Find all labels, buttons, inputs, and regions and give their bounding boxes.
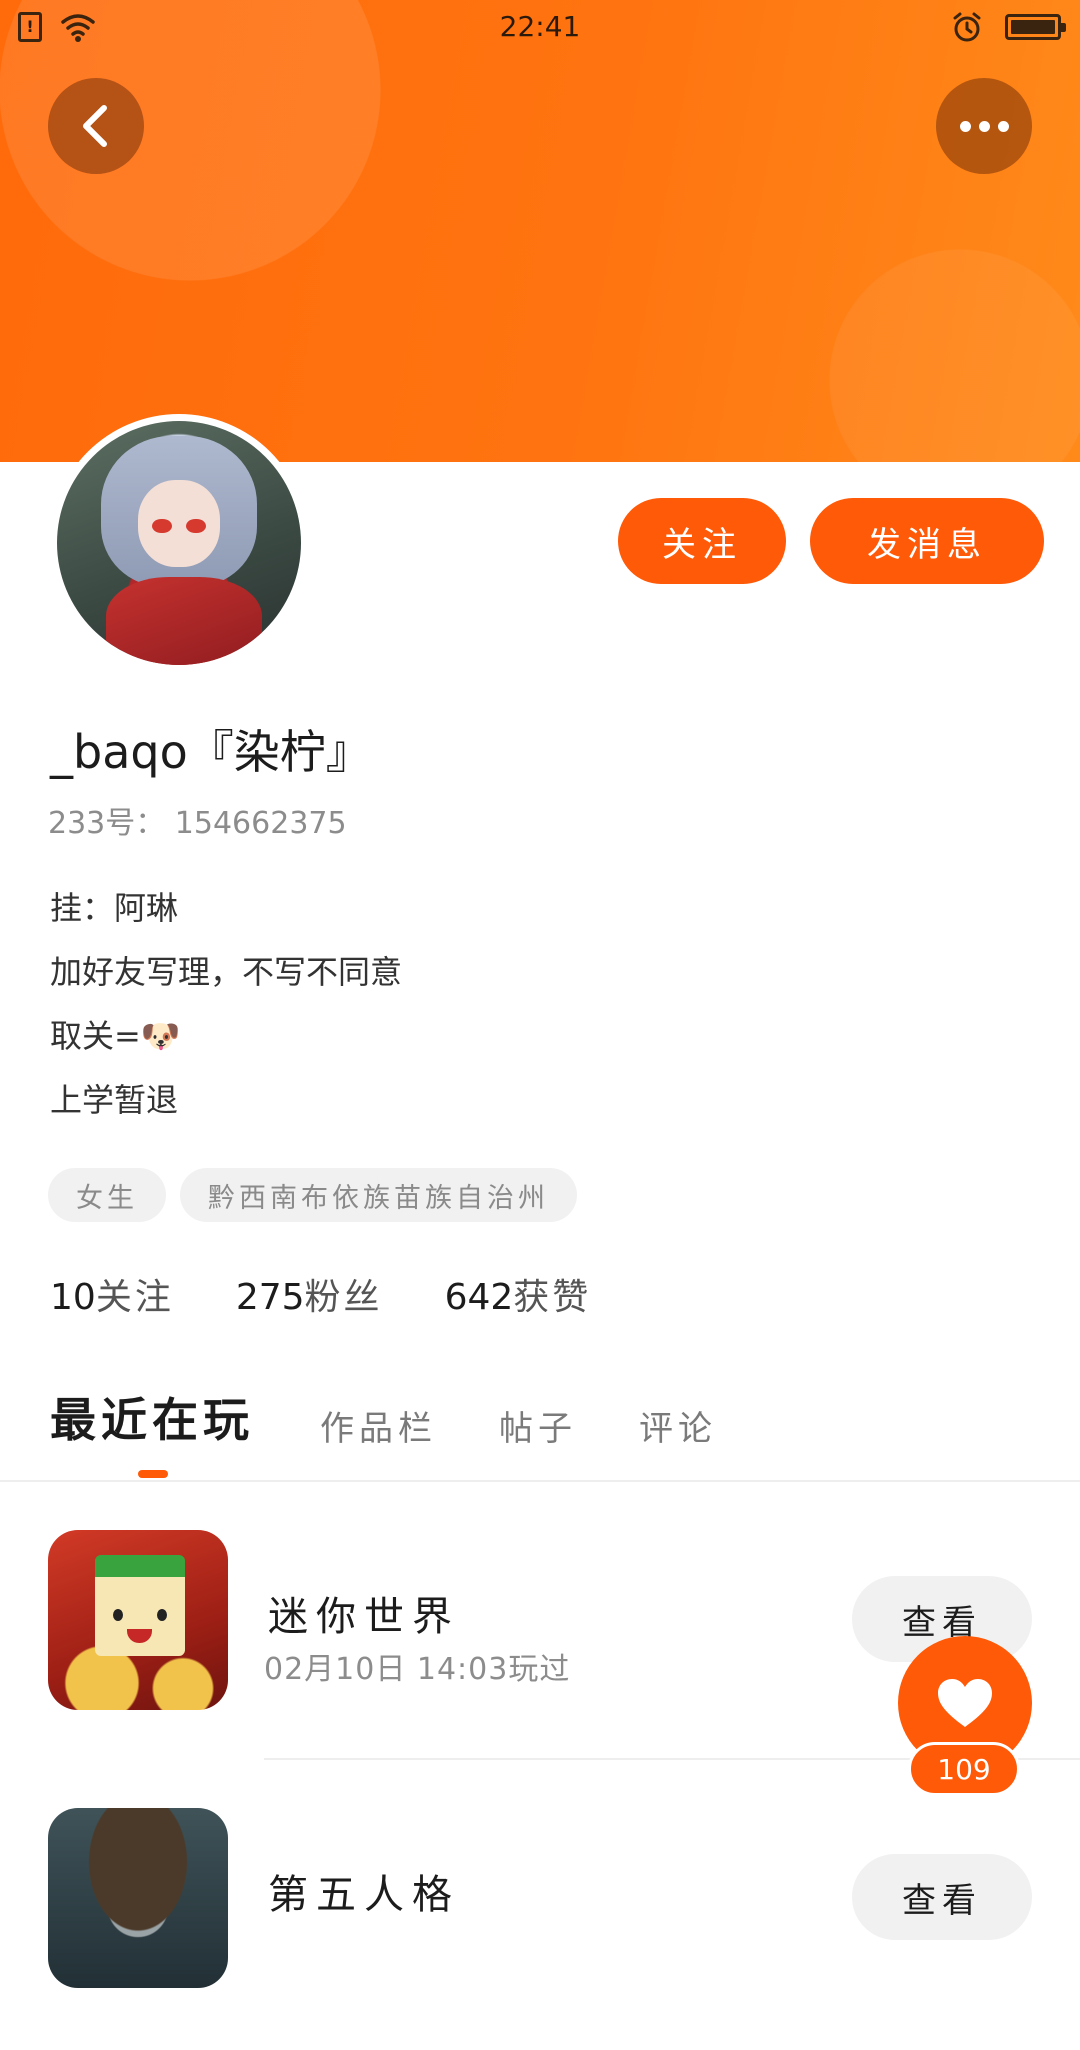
bio-line: 加好友写理，不写不同意 (50, 953, 403, 991)
profile-bio: 挂：阿琳 加好友写理，不写不同意 取关=🐶 上学暂退 (50, 876, 402, 1132)
battery-icon (1005, 14, 1066, 40)
heart-icon (938, 1679, 992, 1727)
game-title: 第五人格 (268, 1872, 460, 1918)
chevron-left-icon (83, 105, 107, 147)
game-played-time: 02月10日 14:03玩过 (264, 1652, 571, 1687)
tag-location: 黔西南布依族苗族自治州 (180, 1168, 577, 1222)
divider (0, 1480, 1080, 1482)
game-title: 迷你世界 (268, 1594, 460, 1640)
profile-banner (0, 0, 1080, 462)
stat-likes[interactable]: 642获赞 (445, 1268, 592, 1320)
list-item[interactable]: 第五人格 查看 (0, 1770, 1080, 2050)
follow-button[interactable]: 关注 (618, 498, 786, 584)
tab-works[interactable]: 作品栏 (320, 1401, 437, 1450)
active-tab-indicator (138, 1470, 168, 1478)
game-icon-mini-world[interactable] (48, 1530, 228, 1710)
tab-recently-played[interactable]: 最近在玩 (50, 1384, 254, 1450)
status-bar: ! 22:41 (0, 0, 1080, 54)
game-icon-identity-v[interactable] (48, 1808, 228, 1988)
bio-line: 取关=🐶 (50, 1017, 181, 1055)
send-message-button[interactable]: 发消息 (810, 498, 1044, 584)
more-button[interactable] (936, 78, 1032, 174)
tag-gender: 女生 (48, 1168, 166, 1222)
tab-comments[interactable]: 评论 (639, 1401, 717, 1450)
view-button[interactable]: 查看 (852, 1854, 1032, 1940)
profile-tabs: 最近在玩 作品栏 帖子 评论 (50, 1380, 779, 1450)
more-dots-icon (959, 120, 1009, 132)
clock: 22:41 (499, 10, 581, 43)
profile-name: _baqo『染柠』 (50, 725, 372, 779)
like-count: 109 (908, 1742, 1020, 1796)
profile-stats: 10关注 275粉丝 642获赞 (50, 1268, 591, 1320)
profile-tags: 女生 黔西南布依族苗族自治州 (48, 1168, 577, 1222)
stat-following[interactable]: 10关注 (50, 1268, 174, 1320)
tab-posts[interactable]: 帖子 (499, 1401, 577, 1450)
profile-id: 233号： 154662375 (48, 806, 347, 841)
avatar[interactable] (50, 414, 308, 672)
alarm-icon (953, 12, 981, 42)
back-button[interactable] (48, 78, 144, 174)
bio-line: 挂：阿琳 (50, 889, 179, 927)
stat-fans[interactable]: 275粉丝 (236, 1268, 383, 1320)
bio-line: 上学暂退 (50, 1081, 179, 1119)
